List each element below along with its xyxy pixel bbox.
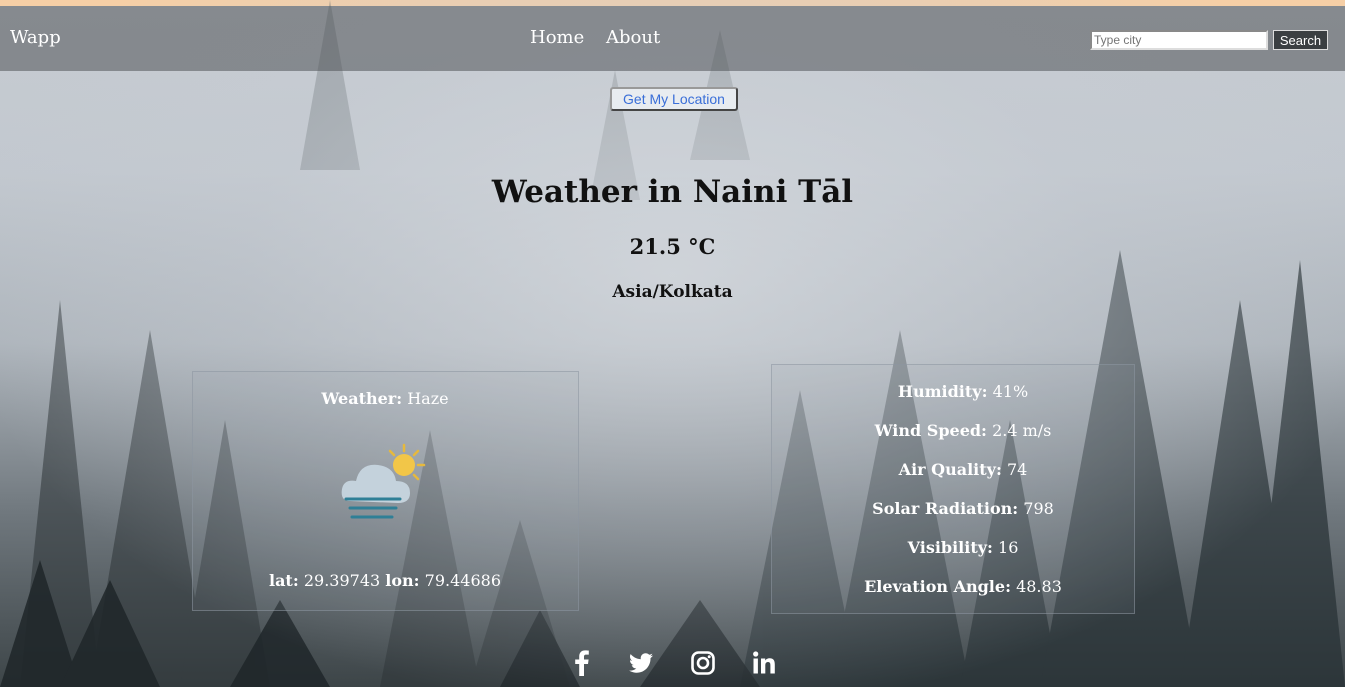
stat-value: 41%: [992, 382, 1029, 401]
lon-value: 79.44686: [424, 571, 501, 590]
haze-cloud-sun-icon: [341, 443, 426, 519]
stat-label: Humidity:: [897, 382, 988, 401]
get-location-button[interactable]: Get My Location: [610, 87, 738, 111]
weather-condition-value: Haze: [407, 389, 449, 408]
stat-value: 2.4 m/s: [992, 421, 1052, 440]
stat-value: 798: [1023, 499, 1054, 518]
lat-label: lat:: [268, 571, 299, 590]
stat-label: Wind Speed:: [874, 421, 987, 440]
stat-wind-speed: Wind Speed: 2.4 m/s: [773, 421, 1153, 440]
stat-solar-radiation: Solar Radiation: 798: [773, 499, 1153, 518]
timezone: Asia/Kolkata: [612, 282, 733, 302]
stat-elevation-angle: Elevation Angle: 48.83: [773, 577, 1153, 596]
coordinates: lat: 29.39743 lon: 79.44686: [0, 571, 770, 590]
search-button[interactable]: Search: [1273, 30, 1328, 50]
stat-humidity: Humidity: 41%: [773, 382, 1153, 401]
brand-logo[interactable]: Wapp: [10, 27, 61, 48]
stat-value: 48.83: [1016, 577, 1062, 596]
navbar: Wapp Home About Search: [0, 6, 1345, 71]
instagram-icon[interactable]: [689, 649, 717, 677]
stat-label: Air Quality:: [898, 460, 1002, 479]
facebook-icon[interactable]: [568, 649, 596, 677]
stat-air-quality: Air Quality: 74: [773, 460, 1153, 479]
weather-title: Weather in Naini Tāl: [491, 174, 854, 210]
lon-label: lon:: [385, 571, 420, 590]
stat-label: Visibility:: [907, 538, 993, 557]
twitter-icon[interactable]: [627, 649, 655, 677]
city-search-input[interactable]: [1090, 30, 1268, 50]
weather-condition-label: Weather:: [321, 389, 403, 408]
stat-value: 16: [998, 538, 1019, 557]
temperature: 21.5 °C: [629, 234, 716, 259]
stat-visibility: Visibility: 16: [773, 538, 1153, 557]
stat-label: Elevation Angle:: [864, 577, 1011, 596]
stat-value: 74: [1006, 460, 1028, 479]
lat-value: 29.39743: [303, 571, 381, 590]
stat-label: Solar Radiation:: [872, 499, 1019, 518]
nav-home-link[interactable]: Home: [530, 27, 584, 48]
nav-about-link[interactable]: About: [606, 27, 660, 48]
weather-condition: Weather: Haze: [0, 389, 770, 408]
linkedin-icon[interactable]: [750, 649, 778, 677]
